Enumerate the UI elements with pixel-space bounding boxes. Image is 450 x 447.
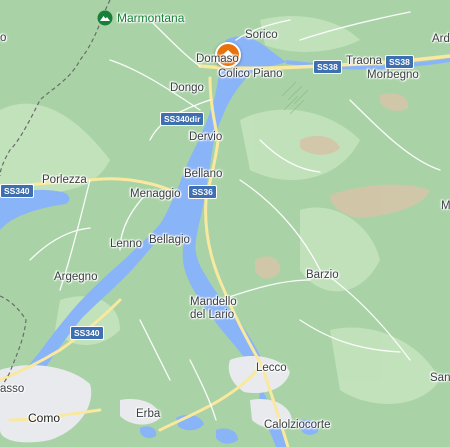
- place-label-bellagio: Bellagio: [149, 234, 190, 246]
- road-shield-ss340-south: SS340: [70, 326, 104, 340]
- map-view[interactable]: Marmontana o Sorico Ard Domaso Colico Pi…: [0, 0, 450, 447]
- place-label-sorico: Sorico: [245, 29, 278, 41]
- place-label-dongo: Dongo: [170, 82, 204, 94]
- mountain-pin-icon[interactable]: [97, 10, 113, 26]
- place-label-calolziocorte: Calolziocorte: [264, 419, 331, 431]
- place-label-mandello-line2: del Lario: [190, 309, 235, 321]
- place-label-porlezza: Porlezza: [42, 174, 87, 186]
- place-label-bellano: Bellano: [184, 168, 223, 180]
- road-shield-ss38-b: SS38: [385, 55, 414, 69]
- place-label-lecco: Lecco: [256, 362, 287, 374]
- place-label-traona: Traona: [346, 55, 383, 67]
- place-label-edge-left-top: o: [0, 32, 7, 44]
- place-label-domaso: Domaso: [196, 53, 239, 65]
- place-label-como: Como: [28, 411, 61, 425]
- place-label-edge-right-low: San: [430, 372, 450, 384]
- place-label-menaggio: Menaggio: [130, 188, 181, 200]
- place-label-mandello-line1: Mandello: [190, 296, 237, 308]
- place-label-edge-right-top: Ard: [432, 33, 450, 45]
- place-label-argegno: Argegno: [54, 271, 98, 283]
- place-label-colico-piano: Colico Piano: [218, 68, 283, 80]
- place-label-erba: Erba: [136, 408, 161, 420]
- place-label-morbegno: Morbegno: [367, 69, 419, 81]
- road-shield-ss340dir: SS340dir: [160, 112, 205, 126]
- place-label-barzio: Barzio: [306, 269, 339, 281]
- road-shield-ss340-west: SS340: [0, 184, 34, 198]
- place-label-dervio: Dervio: [189, 131, 223, 143]
- road-shield-ss38-a: SS38: [313, 60, 342, 74]
- place-label-edge-right-mid: M: [441, 200, 450, 212]
- place-label-lenno: Lenno: [110, 238, 142, 250]
- place-label-edge-left-low: asso: [0, 383, 25, 395]
- place-label-marmontana: Marmontana: [117, 11, 185, 25]
- road-shield-ss36: SS36: [188, 185, 217, 199]
